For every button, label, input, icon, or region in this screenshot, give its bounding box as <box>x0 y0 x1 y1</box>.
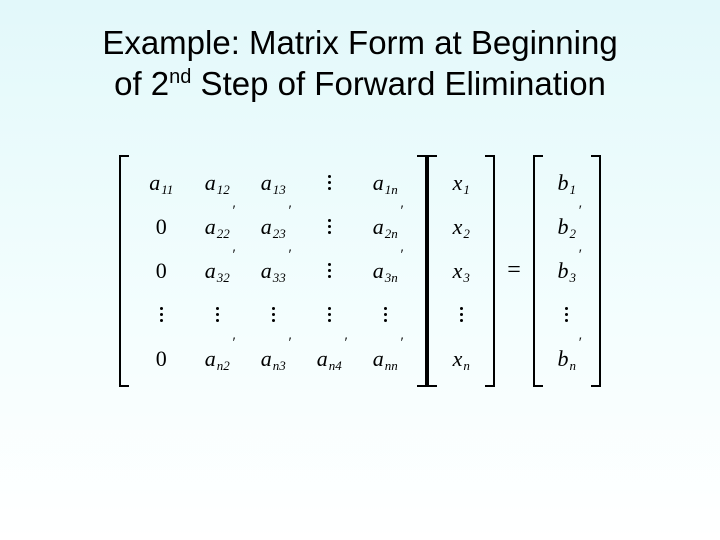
A-r3c3: a33′ <box>245 260 301 282</box>
title-line1: Example: Matrix Form at Beginning <box>102 24 617 61</box>
b-r5: bn′ <box>547 348 587 370</box>
A-r3c5: a3n′ <box>357 260 413 282</box>
A-r3c4 <box>301 263 357 278</box>
A-r4c3 <box>245 307 301 322</box>
A-r5c5: ann′ <box>357 348 413 370</box>
A-r4c5 <box>357 307 413 322</box>
A-r2c2: a22′ <box>189 216 245 238</box>
matrix-A-body: a11 a12 a13 a1n 0 a22′ a23′ a2n′ 0 a32′ … <box>129 155 417 387</box>
b-r3: b3′ <box>547 260 587 282</box>
A-r2c5: a2n′ <box>357 216 413 238</box>
A-r1c2: a12 <box>189 172 245 194</box>
matrix-equation: a11 a12 a13 a1n 0 a22′ a23′ a2n′ 0 a32′ … <box>30 155 690 387</box>
title-line2-pre: of 2 <box>114 65 169 102</box>
slide: Example: Matrix Form at Beginning of 2nd… <box>0 0 720 540</box>
b-r1: b1 <box>547 172 587 194</box>
A-r5c2: an2′ <box>189 348 245 370</box>
equals-sign: = <box>507 257 521 284</box>
A-r3c2: a32′ <box>189 260 245 282</box>
bracket-left <box>427 155 437 387</box>
matrix-A: a11 a12 a13 a1n 0 a22′ a23′ a2n′ 0 a32′ … <box>119 155 427 387</box>
A-r5c1: 0 <box>133 348 189 370</box>
title-superscript: nd <box>169 66 191 88</box>
A-r3c1: 0 <box>133 260 189 282</box>
A-r2c4 <box>301 219 357 234</box>
x-r1: x1 <box>441 172 481 194</box>
A-r2c1: 0 <box>133 216 189 238</box>
vector-b: b1 b2′ b3′ bn′ <box>533 155 601 387</box>
bracket-right <box>485 155 495 387</box>
A-r1c3: a13 <box>245 172 301 194</box>
b-r2: b2′ <box>547 216 587 238</box>
x-r5: xn <box>441 348 481 370</box>
slide-title: Example: Matrix Form at Beginning of 2nd… <box>30 22 690 105</box>
A-r2c3: a23′ <box>245 216 301 238</box>
vector-b-body: b1 b2′ b3′ bn′ <box>543 155 591 387</box>
b-r4 <box>547 307 587 322</box>
A-r4c4 <box>301 307 357 322</box>
A-r1c5: a1n <box>357 172 413 194</box>
A-r1c1: a11 <box>133 172 189 194</box>
A-r5c3: an3′ <box>245 348 301 370</box>
bracket-right <box>591 155 601 387</box>
x-r2: x2 <box>441 216 481 238</box>
title-line2-post: Step of Forward Elimination <box>191 65 606 102</box>
A-r1c4 <box>301 175 357 190</box>
bracket-left <box>533 155 543 387</box>
A-r4c1 <box>133 307 189 322</box>
A-r4c2 <box>189 307 245 322</box>
A-r5c4: an4′ <box>301 348 357 370</box>
bracket-right <box>417 155 427 387</box>
bracket-left <box>119 155 129 387</box>
vector-x-body: x1 x2 x3 xn <box>437 155 485 387</box>
x-r4 <box>441 307 481 322</box>
x-r3: x3 <box>441 260 481 282</box>
vector-x: x1 x2 x3 xn <box>427 155 495 387</box>
